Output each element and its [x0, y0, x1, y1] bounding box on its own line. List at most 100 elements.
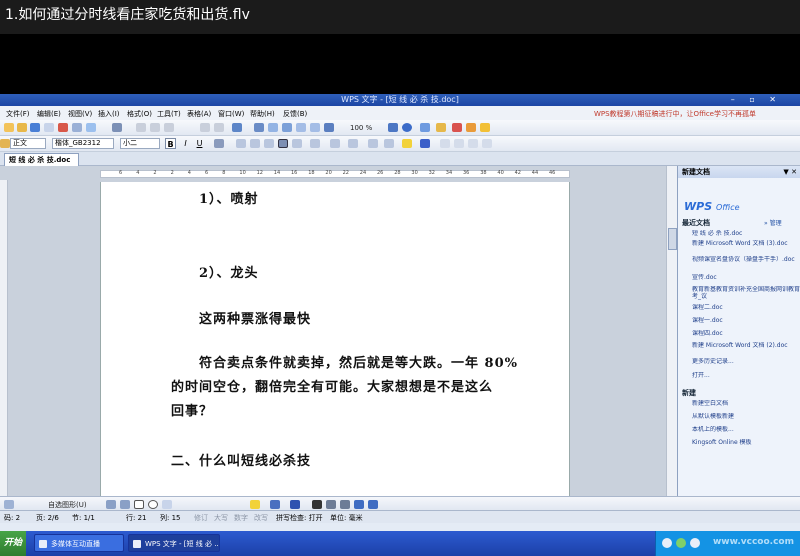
- print-icon[interactable]: [72, 123, 82, 132]
- vertical-ruler[interactable]: [0, 180, 8, 496]
- menu-view[interactable]: 视图(V): [68, 109, 92, 119]
- promo-notice[interactable]: WPS教程第八期征稿进行中，让Office学习不再孤单: [594, 109, 756, 119]
- menu-tools[interactable]: 工具(T): [157, 109, 181, 119]
- status-spellcheck[interactable]: 拼写检查: 打开: [276, 513, 323, 523]
- strikethrough-icon[interactable]: [214, 139, 224, 148]
- resource-icon[interactable]: [436, 123, 446, 132]
- redo-icon[interactable]: [214, 123, 224, 132]
- arrow-style-icon[interactable]: [340, 500, 350, 509]
- justify-icon[interactable]: [278, 139, 288, 148]
- style-select[interactable]: 正文: [10, 138, 46, 149]
- skin-icon[interactable]: [466, 123, 476, 132]
- rectangle-icon[interactable]: [134, 500, 144, 509]
- underline-button[interactable]: U: [194, 138, 205, 149]
- start-button[interactable]: 开始: [0, 531, 26, 556]
- drawing-icon[interactable]: [310, 123, 320, 132]
- taskbar-item-wps[interactable]: WPS 文字 - [短 线 必 ...: [128, 534, 220, 552]
- vertical-scrollbar[interactable]: [666, 166, 677, 496]
- volume-icon[interactable]: [690, 538, 700, 548]
- recent-doc-6[interactable]: 课程二.doc: [692, 304, 800, 311]
- recent-doc-5[interactable]: 教育新基教育资训补充全国商报网训教育考_议: [692, 286, 800, 300]
- show-marks-icon[interactable]: [324, 123, 334, 132]
- insert-image-icon[interactable]: [268, 123, 278, 132]
- superscript-icon[interactable]: [468, 139, 478, 148]
- indent-icon[interactable]: [368, 139, 378, 148]
- align-right-icon[interactable]: [264, 139, 274, 148]
- outdent-icon[interactable]: [384, 139, 394, 148]
- menu-insert[interactable]: 插入(I): [98, 109, 120, 119]
- zoom-level[interactable]: 100 %: [350, 124, 372, 132]
- menu-format[interactable]: 格式(O): [127, 109, 152, 119]
- preview-icon[interactable]: [86, 123, 96, 132]
- help-icon[interactable]: [402, 123, 412, 132]
- scroll-thumb[interactable]: [668, 228, 677, 250]
- recent-doc-9[interactable]: 新建 Microsoft Word 文档 (2).doc: [692, 342, 800, 356]
- textbox-icon[interactable]: [162, 500, 172, 509]
- status-track-changes[interactable]: 修订: [194, 513, 208, 523]
- save-icon[interactable]: [30, 123, 40, 132]
- fill-color-icon[interactable]: [250, 500, 260, 509]
- pdf-icon[interactable]: [58, 123, 68, 132]
- document-page[interactable]: 1）、喷射 2）、龙头 这两种票涨得最快 符合卖点条件就卖掉，然后就是等大跌。一…: [100, 182, 570, 496]
- ellipse-icon[interactable]: [148, 500, 158, 509]
- numbering-icon[interactable]: [330, 139, 340, 148]
- shrink-font-icon[interactable]: [454, 139, 464, 148]
- recent-doc-7[interactable]: 课程一.doc: [692, 317, 800, 324]
- menu-help[interactable]: 帮助(H): [250, 109, 275, 119]
- template-icon[interactable]: [420, 123, 430, 132]
- 3d-icon[interactable]: [368, 500, 378, 509]
- mail-icon[interactable]: [44, 123, 54, 132]
- security-icon[interactable]: [676, 538, 686, 548]
- align-center-icon[interactable]: [250, 139, 260, 148]
- format-painter-icon[interactable]: [112, 123, 122, 132]
- status-overwrite[interactable]: 改写: [254, 513, 268, 523]
- dash-style-icon[interactable]: [326, 500, 336, 509]
- tab-current-document[interactable]: 短 线 必 杀 技.doc: [4, 153, 80, 166]
- window-controls[interactable]: – ▫ ✕: [731, 94, 782, 106]
- kingsoft-online-templates-link[interactable]: Kingsoft Online 模板: [692, 439, 800, 446]
- menu-feedback[interactable]: 反馈(B): [283, 109, 307, 119]
- formula-icon[interactable]: [254, 123, 264, 132]
- star-icon[interactable]: [480, 123, 490, 132]
- new-icon[interactable]: [4, 123, 14, 132]
- recent-doc-1[interactable]: 短 线 必 杀 技.doc: [692, 230, 800, 237]
- table-icon[interactable]: [232, 123, 242, 132]
- open-link[interactable]: 打开...: [692, 372, 800, 379]
- paste-icon[interactable]: [164, 123, 174, 132]
- new-from-default-template-link[interactable]: 从默认模板新建: [692, 413, 800, 420]
- columns-icon[interactable]: [296, 123, 306, 132]
- bold-button[interactable]: B: [165, 138, 176, 149]
- font-color-icon[interactable]: [420, 139, 430, 148]
- subscript-icon[interactable]: [482, 139, 492, 148]
- distribute-icon[interactable]: [292, 139, 302, 148]
- status-unit[interactable]: 单位: 毫米: [330, 513, 363, 523]
- draw-font-color-icon[interactable]: [290, 500, 300, 509]
- line-style-icon[interactable]: [312, 500, 322, 509]
- highlight-icon[interactable]: [402, 139, 412, 148]
- shadow-icon[interactable]: [354, 500, 364, 509]
- font-size-select[interactable]: 小二: [120, 138, 160, 149]
- horizontal-ruler[interactable]: 6 4 2 2 4 6 8 10 12 14 16 18 20 22 24 26 28 30 32 34 36 38 40 4…: [100, 170, 570, 178]
- menu-edit[interactable]: 编辑(E): [37, 109, 61, 119]
- new-blank-doc-link[interactable]: 新建空白文档: [692, 400, 800, 407]
- menu-table[interactable]: 表格(A): [187, 109, 211, 119]
- recent-doc-8[interactable]: 课程四.doc: [692, 330, 800, 337]
- menu-window[interactable]: 窗口(W): [218, 109, 244, 119]
- color-picker-icon[interactable]: [452, 123, 462, 132]
- cut-icon[interactable]: [136, 123, 146, 132]
- align-left-icon[interactable]: [236, 139, 246, 148]
- task-pane-close-button[interactable]: ▼ ✕: [783, 166, 797, 178]
- manage-link[interactable]: » 管理: [764, 218, 782, 227]
- menu-file[interactable]: 文件(F): [6, 109, 30, 119]
- line-color-icon[interactable]: [270, 500, 280, 509]
- line-icon[interactable]: [106, 500, 116, 509]
- undo-icon[interactable]: [200, 123, 210, 132]
- select-objects-icon[interactable]: [4, 500, 14, 509]
- find-icon[interactable]: [388, 123, 398, 132]
- autoshapes-menu[interactable]: 自选图形(U): [48, 500, 87, 510]
- line-spacing-icon[interactable]: [310, 139, 320, 148]
- local-templates-link[interactable]: 本机上的模板...: [692, 426, 800, 433]
- recent-doc-4[interactable]: 宣传.doc: [692, 274, 800, 281]
- font-select[interactable]: 楷体_GB2312: [52, 138, 114, 149]
- taskbar-item-live[interactable]: 多媒体互动直播: [34, 534, 124, 552]
